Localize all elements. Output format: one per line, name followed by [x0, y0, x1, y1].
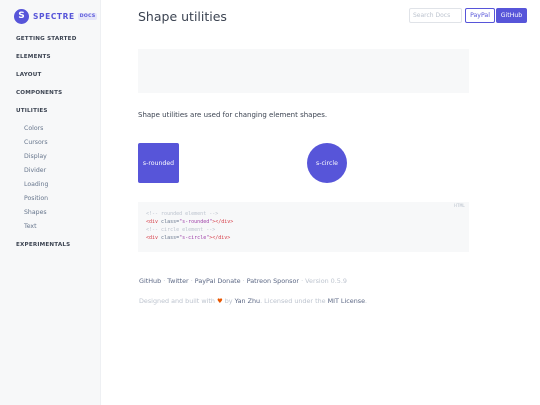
code-tag-close: ></div> — [212, 219, 234, 225]
license-link[interactable]: MIT License — [328, 297, 365, 305]
brand[interactable]: S SPECTRE DOCS — [14, 7, 98, 25]
github-button[interactable]: GitHub — [496, 8, 527, 23]
footer-link-paypal-donate[interactable]: PayPal Donate — [195, 277, 241, 285]
footer-link-patreon[interactable]: Patreon Sponsor — [247, 277, 299, 285]
code-tag-open: <div — [146, 235, 159, 241]
code-string: "s-rounded" — [179, 219, 213, 225]
nav-group-utilities[interactable]: UTILITIES — [16, 108, 48, 114]
credit-by: by — [222, 297, 235, 305]
author-link[interactable]: Yan Zhu — [235, 297, 261, 305]
code-line-4: <div class="s-circle"></div> — [146, 235, 230, 241]
credit-end: . — [365, 297, 368, 305]
spectre-logo-icon: S — [14, 8, 29, 24]
code-block: HTML <!-- rounded element --> <div class… — [138, 202, 469, 252]
code-language-label: HTML — [454, 204, 465, 209]
nav-group-getting-started[interactable]: GETTING STARTED — [16, 36, 77, 42]
nav-group-layout[interactable]: LAYOUT — [16, 72, 42, 78]
code-line-2: <div class="s-rounded"></div> — [146, 219, 233, 225]
code-comment: <!-- circle element --> — [146, 227, 216, 233]
footer-link-github[interactable]: GitHub — [139, 277, 161, 285]
code-tag-open: <div — [146, 219, 159, 225]
sidebar-item-text[interactable]: Text — [24, 223, 37, 230]
brand-badge: DOCS — [77, 12, 98, 20]
nav-group-elements[interactable]: ELEMENTS — [16, 54, 51, 60]
footer-links: GitHub · Twitter · PayPal Donate · Patre… — [139, 277, 347, 285]
brand-name: SPECTRE — [33, 11, 75, 21]
section-description: Shape utilities are used for changing el… — [138, 111, 328, 119]
code-tag-close: ></div> — [209, 235, 231, 241]
sidebar-item-divider[interactable]: Divider — [24, 167, 46, 174]
sidebar-item-display[interactable]: Display — [24, 153, 47, 160]
code-line-1: <!-- rounded element --> — [146, 211, 218, 217]
ad-placeholder — [138, 49, 469, 93]
demo-circle-box: s-circle — [307, 143, 347, 183]
credit-prefix: Designed and built with — [139, 297, 217, 305]
sidebar-item-shapes[interactable]: Shapes — [24, 209, 47, 216]
nav-group-experimentals[interactable]: EXPERIMENTALS — [16, 242, 70, 248]
footer-version: Version 0.5.9 — [305, 277, 347, 285]
sidebar-item-loading[interactable]: Loading — [24, 181, 48, 188]
demo-rounded-box: s-rounded — [138, 143, 179, 183]
footer-credit: Designed and built with ♥ by Yan Zhu. Li… — [139, 297, 367, 305]
sidebar-item-position[interactable]: Position — [24, 195, 48, 202]
search-input[interactable] — [409, 8, 462, 23]
footer-link-twitter[interactable]: Twitter — [167, 277, 188, 285]
code-comment: <!-- rounded element --> — [146, 211, 219, 217]
sidebar-item-cursors[interactable]: Cursors — [24, 139, 48, 146]
code-attr: class= — [158, 235, 180, 241]
paypal-button[interactable]: PayPal — [465, 8, 495, 23]
nav-group-components[interactable]: COMPONENTS — [16, 90, 62, 96]
code-attr: class= — [158, 219, 180, 225]
page-title: Shape utilities — [138, 9, 227, 24]
code-line-3: <!-- circle element --> — [146, 227, 215, 233]
code-string: "s-circle" — [179, 235, 210, 241]
sidebar: S SPECTRE DOCS GETTING STARTED ELEMENTS … — [0, 0, 101, 405]
credit-mid: . Licensed under the — [260, 297, 328, 305]
sidebar-item-colors[interactable]: Colors — [24, 125, 43, 132]
